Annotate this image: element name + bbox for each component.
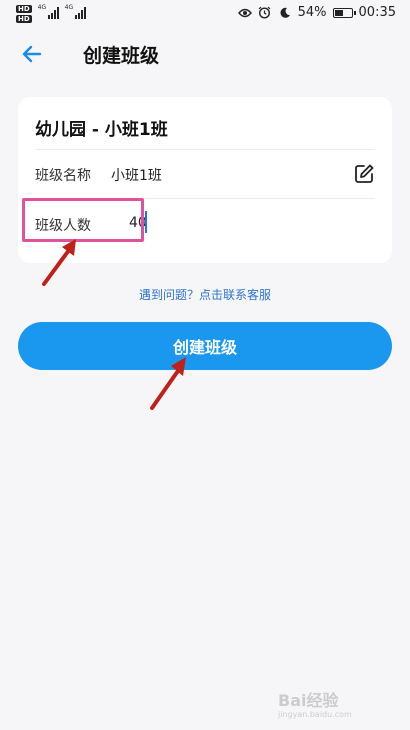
eye-icon — [237, 6, 252, 20]
status-left: HD HD 4G 4G — [16, 5, 86, 23]
annotation-arrow-icon — [42, 239, 76, 286]
sim-indicators: HD HD — [16, 5, 32, 23]
network-type-1: 4G — [37, 4, 47, 11]
class-title: 幼儿园 - 小班1班 — [35, 120, 168, 140]
battery-icon — [332, 7, 356, 18]
battery-percent: 54% — [297, 5, 327, 20]
watermark-text: Bai经验 — [278, 691, 339, 710]
status-bar: HD HD 4G 4G 54% 00:35 — [0, 0, 410, 28]
class-name-label: 班级名称 — [35, 168, 91, 184]
signal-icon-2: 4G — [65, 5, 86, 19]
class-size-input[interactable] — [129, 210, 349, 236]
text-cursor — [145, 211, 147, 233]
moon-icon — [278, 6, 292, 20]
app-header: 创建班级 — [0, 30, 410, 78]
page-title: 创建班级 — [83, 45, 160, 67]
hd-badge-2: HD — [16, 15, 32, 23]
edit-icon[interactable] — [353, 163, 375, 185]
contact-support-link[interactable]: 遇到问题？点击联系客服 — [0, 286, 410, 303]
class-name-value[interactable]: 小班1班 — [111, 165, 162, 185]
watermark-url: jingyan.baidu.com — [278, 710, 352, 719]
create-class-button[interactable]: 创建班级 — [18, 322, 392, 370]
clock-time: 00:35 — [358, 5, 396, 20]
annotation-arrow-icon — [150, 357, 186, 410]
hd-badge-1: HD — [16, 5, 32, 13]
signal-icon-1: 4G — [38, 5, 59, 19]
divider — [35, 149, 375, 150]
status-right: 54% 00:35 — [237, 5, 396, 20]
arrow-left-icon[interactable] — [20, 42, 44, 66]
alarm-icon — [258, 6, 272, 20]
baidu-watermark-logo: Bai经验 jingyan.baidu.com — [278, 691, 352, 719]
network-type-2: 4G — [64, 4, 74, 11]
